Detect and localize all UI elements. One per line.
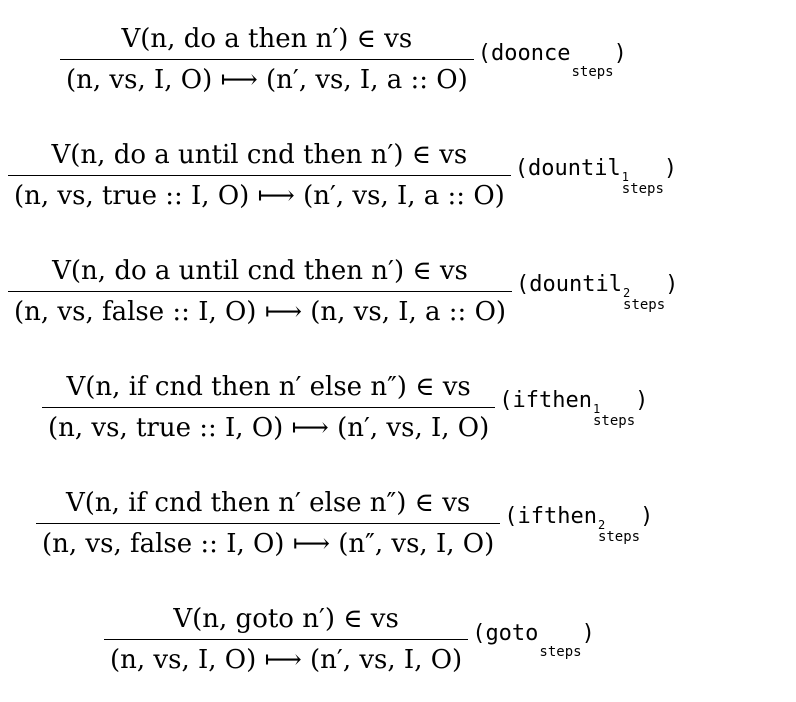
rule-label-name: dountil	[528, 155, 621, 181]
inference-rule-ifthen-2: V(n, if cnd then n′ else n″) ∈ vs (n, vs…	[36, 486, 653, 561]
rule-fraction: V(n, if cnd then n′ else n″) ∈ vs (n, vs…	[42, 370, 496, 445]
rule-label-subscript: steps	[621, 180, 664, 197]
rule-label-name: ifthen	[512, 387, 592, 413]
rule-label: (ifthen 2 steps)	[504, 503, 654, 545]
rule-conclusion: (n, vs, I, O) ⟼ (n′, vs, I, O)	[110, 645, 463, 676]
inference-rule-goto: V(n, goto n′) ∈ vs (n, vs, I, O) ⟼ (n′, …	[104, 602, 595, 677]
rule-premise: V(n, goto n′) ∈ vs	[173, 604, 399, 634]
rule-conclusion: (n, vs, false :: I, O) ⟼ (n, vs, I, a ::…	[14, 297, 507, 328]
rule-label-name: goto	[485, 620, 539, 646]
rule-label-name: doonce	[490, 40, 571, 66]
inference-bar	[8, 175, 511, 177]
rule-label-name: ifthen	[517, 503, 597, 529]
rule-conclusion: (n, vs, true :: I, O) ⟼ (n′, vs, I, O)	[48, 413, 490, 444]
rule-premise: V(n, do a until cnd then n′) ∈ vs	[51, 140, 468, 170]
rule-premise: V(n, if cnd then n′ else n″) ∈ vs	[66, 372, 471, 402]
rule-fraction: V(n, if cnd then n′ else n″) ∈ vs (n, vs…	[36, 486, 501, 561]
rule-label: (dountil 1 steps)	[514, 155, 678, 197]
rule-label-subscript: steps	[592, 412, 636, 429]
rule-label-subscript: steps	[623, 296, 666, 313]
rule-fraction: V(n, do a until cnd then n′) ∈ vs (n, vs…	[8, 254, 513, 329]
inference-rule-doonce: V(n, do a then n′) ∈ vs (n, vs, I, O) ⟼ …	[60, 22, 627, 97]
rule-label: (goto steps)	[472, 620, 595, 660]
inference-rule-dountil-1: V(n, do a until cnd then n′) ∈ vs (n, vs…	[8, 138, 677, 213]
inference-bar	[60, 59, 474, 61]
rule-label: (dountil 2 steps)	[516, 271, 679, 313]
rule-conclusion: (n, vs, true :: I, O) ⟼ (n′, vs, I, a ::…	[14, 181, 505, 212]
rule-conclusion: (n, vs, false :: I, O) ⟼ (n″, vs, I, O)	[42, 529, 495, 560]
rule-fraction: V(n, do a then n′) ∈ vs (n, vs, I, O) ⟼ …	[60, 22, 474, 97]
inference-bar	[36, 523, 501, 525]
rule-label-name: dountil	[529, 271, 623, 297]
rule-fraction: V(n, do a until cnd then n′) ∈ vs (n, vs…	[8, 138, 511, 213]
rule-label-subscript: steps	[539, 643, 582, 660]
inference-bar	[42, 407, 496, 409]
rule-label: (doonce steps)	[477, 40, 627, 80]
rule-fraction: V(n, goto n′) ∈ vs (n, vs, I, O) ⟼ (n′, …	[104, 602, 469, 677]
inference-rule-ifthen-1: V(n, if cnd then n′ else n″) ∈ vs (n, vs…	[42, 370, 648, 445]
rule-premise: V(n, if cnd then n′ else n″) ∈ vs	[66, 488, 471, 518]
rule-label-subscript: steps	[597, 528, 641, 545]
rule-conclusion: (n, vs, I, O) ⟼ (n′, vs, I, a :: O)	[66, 65, 468, 96]
inference-bar	[104, 639, 469, 641]
rule-premise: V(n, do a then n′) ∈ vs	[121, 24, 413, 54]
rule-label-subscript: steps	[571, 63, 614, 80]
inference-bar	[8, 291, 513, 293]
rule-label: (ifthen 1 steps)	[499, 387, 649, 429]
inference-rule-dountil-2: V(n, do a until cnd then n′) ∈ vs (n, vs…	[8, 254, 678, 329]
rule-premise: V(n, do a until cnd then n′) ∈ vs	[52, 256, 468, 286]
